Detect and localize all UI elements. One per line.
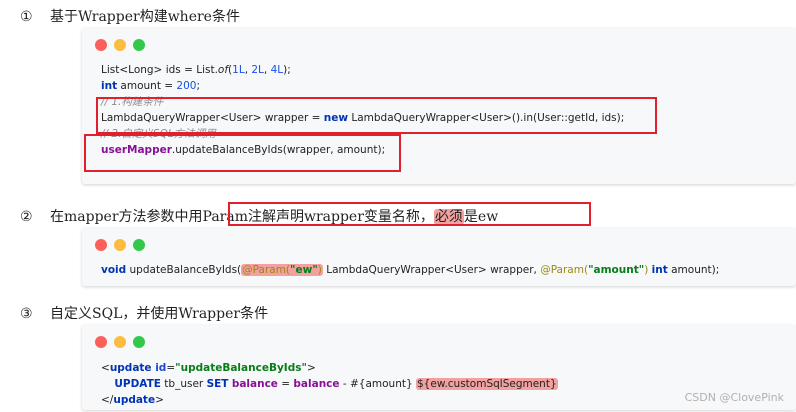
- maximize-dot-icon: [133, 239, 145, 251]
- code-text: );: [283, 64, 291, 76]
- code-number: 2L: [251, 64, 264, 76]
- xml-line-3: </update>: [101, 394, 164, 406]
- code-text: =: [166, 362, 176, 374]
- code-number: 4L: [270, 64, 284, 76]
- code-body: void updateBalanceByIds(@Param("ew") Lam…: [101, 262, 719, 278]
- code-keyword: int: [651, 264, 668, 276]
- code-text: updateBalanceByIds(: [126, 264, 242, 276]
- code-text: tb_user: [160, 378, 207, 390]
- step-text: 自定义SQL，并使用Wrapper条件: [50, 306, 269, 322]
- window-controls: [95, 236, 152, 251]
- sql-field: balance: [293, 378, 340, 390]
- step-1-heading: ① 基于Wrapper构建where条件: [20, 6, 240, 26]
- code-text: =: [277, 378, 294, 390]
- highlight-box-mapper-call: [84, 134, 401, 172]
- window-controls: [95, 333, 152, 348]
- code-string: "amount": [588, 264, 645, 276]
- xml-line-2: UPDATE tb_user SET balance = balance - #…: [101, 378, 558, 390]
- close-dot-icon: [95, 239, 107, 251]
- code-highlight-ew-segment: ${ew.customSqlSegment}: [416, 378, 558, 390]
- xml-attr-value: "updateBalanceByIds": [175, 362, 307, 374]
- code-text: <: [101, 362, 110, 374]
- code-text: ;: [196, 80, 201, 92]
- highlight-box-build-condition: [96, 97, 657, 134]
- step-number: ①: [20, 9, 33, 25]
- code-text: - #{amount}: [339, 378, 416, 390]
- code-line-1: List<Long> ids = List.of(1L, 2L, 4L);: [101, 64, 291, 76]
- minimize-dot-icon: [114, 336, 126, 348]
- code-annotation: ): [317, 264, 322, 276]
- step-3-heading: ③ 自定义SQL，并使用Wrapper条件: [20, 303, 268, 323]
- xml-line-1: <update id="updateBalanceByIds">: [101, 362, 316, 374]
- close-dot-icon: [95, 336, 107, 348]
- code-line-2: int amount = 200;: [101, 80, 200, 92]
- xml-attr: id: [151, 362, 167, 374]
- code-text: >: [306, 362, 316, 374]
- watermark: CSDN @ClovePink: [684, 391, 784, 404]
- sql-field: balance: [231, 378, 278, 390]
- code-body: <update id="updateBalanceByIds"> UPDATE …: [101, 360, 558, 408]
- code-number: 1L: [232, 64, 245, 76]
- code-text: >: [155, 394, 164, 406]
- step-text: 在mapper方法参数中用: [50, 209, 203, 225]
- code-string: "ew": [290, 264, 318, 276]
- maximize-dot-icon: [133, 336, 145, 348]
- step-number: ③: [20, 306, 33, 322]
- sql-keyword: SET: [206, 378, 229, 390]
- xml-tag: update: [113, 394, 156, 406]
- close-dot-icon: [95, 39, 107, 51]
- code-annotation: @Param(: [540, 264, 589, 276]
- code-text: List<Long> ids = List.: [101, 64, 218, 76]
- code-keyword: void: [101, 264, 127, 276]
- code-number: 200: [176, 80, 197, 92]
- code-text: amount =: [117, 80, 177, 92]
- code-text: ,: [263, 64, 271, 76]
- xml-tag: update: [109, 362, 152, 374]
- step-text: 基于Wrapper构建where条件: [50, 9, 240, 25]
- step-number: ②: [20, 209, 33, 225]
- minimize-dot-icon: [114, 239, 126, 251]
- window-controls: [95, 36, 152, 51]
- minimize-dot-icon: [114, 39, 126, 51]
- code-window-2: void updateBalanceByIds(@Param("ew") Lam…: [82, 228, 796, 286]
- code-text: amount);: [667, 264, 720, 276]
- code-method: of: [217, 64, 229, 76]
- code-keyword: int: [101, 80, 118, 92]
- code-text: LambdaQueryWrapper<User> wrapper,: [322, 264, 541, 276]
- code-highlight-param-ew: @Param("ew"): [241, 264, 323, 276]
- maximize-dot-icon: [133, 39, 145, 51]
- sql-keyword: UPDATE: [114, 378, 161, 390]
- code-annotation: @Param(: [242, 264, 291, 276]
- highlight-box-param-note: [228, 202, 591, 226]
- code-text: </: [101, 394, 114, 406]
